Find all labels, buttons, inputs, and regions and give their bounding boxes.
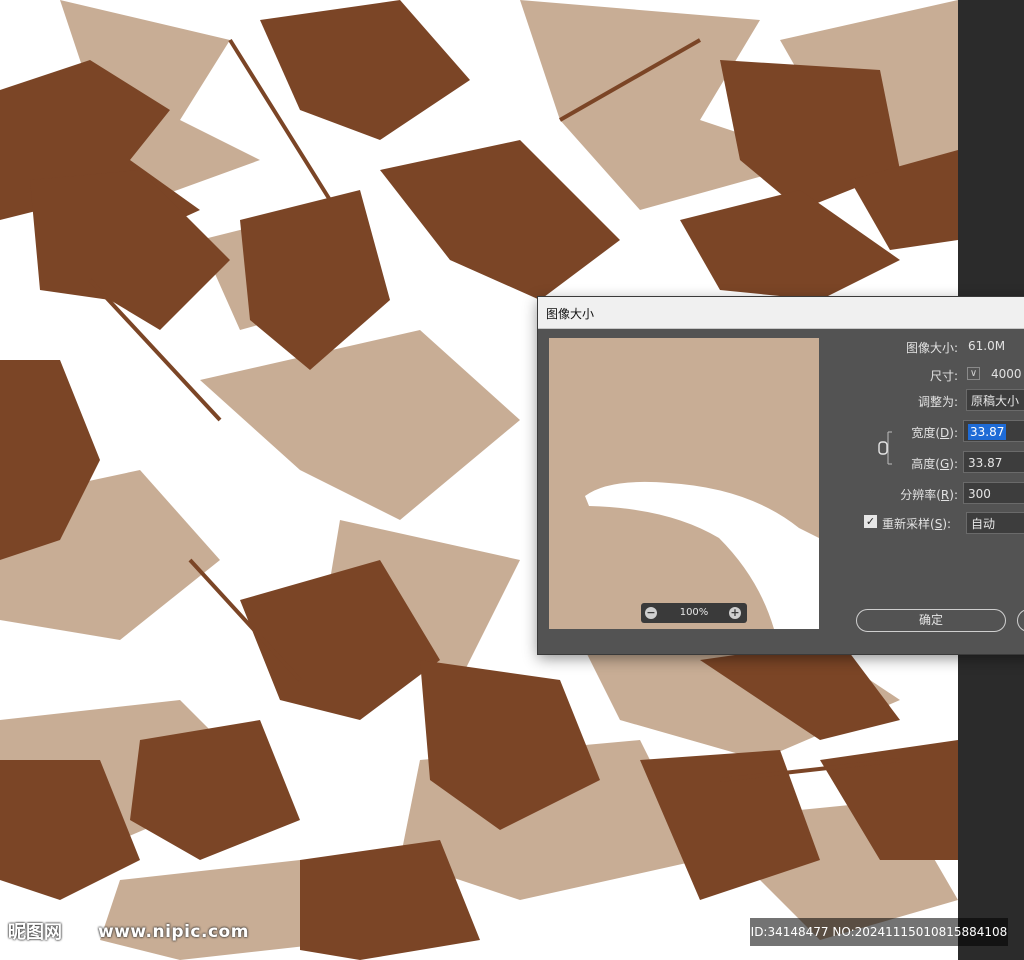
image-size-dialog: 图像大小 − 100% + 图像大小: 61.0M 尺寸: ∨ 4000 调整为… xyxy=(538,297,1024,654)
fit-to-select[interactable]: 原稿大小 xyxy=(966,389,1024,411)
resolution-input[interactable]: 300 xyxy=(963,482,1024,504)
width-label: 宽度(D): xyxy=(911,426,958,440)
height-hotkey: G xyxy=(939,457,950,471)
resample-label-text: 重新采样( xyxy=(882,517,935,531)
width-hotkey: D xyxy=(940,426,950,440)
dimensions-dropdown-icon[interactable]: ∨ xyxy=(967,367,980,380)
resolution-hotkey: R xyxy=(940,488,950,502)
height-input[interactable]: 33.87 xyxy=(963,451,1024,473)
resolution-label-text: 分辨率( xyxy=(900,488,941,502)
width-label-text: 宽度( xyxy=(911,426,941,440)
resample-checkbox[interactable]: ✓ xyxy=(864,515,877,528)
watermark-logo: 昵图网 xyxy=(8,922,62,943)
watermark-url: www.nipic.com xyxy=(98,922,249,942)
width-value: 33.87 xyxy=(968,424,1007,440)
ok-button[interactable]: 确定 xyxy=(856,609,1006,632)
dialog-titlebar[interactable]: 图像大小 xyxy=(538,297,1024,329)
watermark-id: ID:34148477 NO:20241115010815884108 xyxy=(750,918,1008,946)
image-size-label: 图像大小: xyxy=(905,341,958,355)
resample-label: 重新采样(S): xyxy=(882,517,952,531)
height-label-text: 高度( xyxy=(911,457,940,471)
fit-to-label: 调整为: xyxy=(917,395,958,409)
image-preview[interactable]: − 100% + xyxy=(549,338,819,629)
zoom-control: − 100% + xyxy=(641,603,747,623)
zoom-in-button[interactable]: + xyxy=(729,607,741,619)
preview-artwork xyxy=(585,481,819,629)
height-label: 高度(G): xyxy=(911,457,958,471)
width-input[interactable]: 33.87 xyxy=(963,420,1024,442)
resolution-value: 300 xyxy=(968,487,991,501)
height-value: 33.87 xyxy=(968,456,1003,470)
resample-value: 自动 xyxy=(971,517,996,531)
dialog-title: 图像大小 xyxy=(546,307,595,321)
fit-to-value: 原稿大小 xyxy=(971,394,1020,408)
dimensions-value: 4000 xyxy=(991,367,1022,381)
resolution-label: 分辨率(R): xyxy=(900,488,958,502)
resample-hotkey: S xyxy=(934,517,943,531)
dimensions-label: 尺寸: xyxy=(929,369,958,383)
cancel-button[interactable] xyxy=(1017,609,1024,632)
resample-select[interactable]: 自动 xyxy=(966,512,1024,534)
image-size-value: 61.0M xyxy=(968,339,1006,353)
